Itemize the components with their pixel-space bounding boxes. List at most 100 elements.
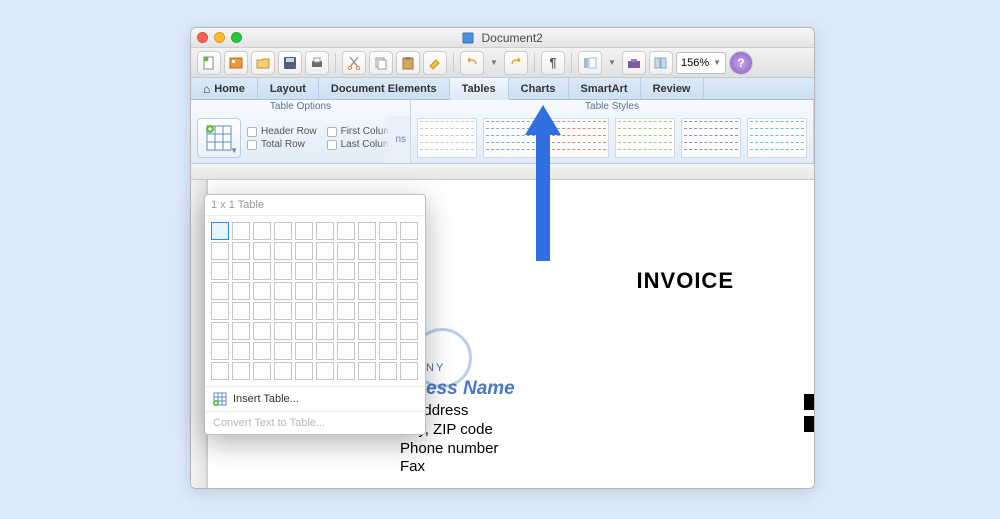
tab-tables[interactable]: Tables bbox=[450, 78, 509, 100]
table-size-cell[interactable] bbox=[400, 222, 418, 240]
table-size-cell[interactable] bbox=[274, 322, 292, 340]
table-size-cell[interactable] bbox=[358, 342, 376, 360]
table-size-cell[interactable] bbox=[400, 262, 418, 280]
print-button[interactable] bbox=[305, 51, 329, 75]
undo-dropdown[interactable]: ▼ bbox=[487, 51, 501, 75]
tab-layout[interactable]: Layout bbox=[258, 78, 319, 99]
table-size-cell[interactable] bbox=[211, 282, 229, 300]
table-size-cell[interactable] bbox=[295, 322, 313, 340]
table-size-cell[interactable] bbox=[232, 262, 250, 280]
table-size-cell[interactable] bbox=[253, 282, 271, 300]
table-size-cell[interactable] bbox=[253, 362, 271, 380]
table-size-cell[interactable] bbox=[316, 282, 334, 300]
table-size-cell[interactable] bbox=[253, 322, 271, 340]
insert-table-menuitem[interactable]: Insert Table... bbox=[205, 386, 425, 411]
horizontal-ruler[interactable] bbox=[191, 164, 814, 180]
show-formatting-button[interactable]: ¶ bbox=[541, 51, 565, 75]
table-size-cell[interactable] bbox=[211, 362, 229, 380]
copy-button[interactable] bbox=[369, 51, 393, 75]
table-size-cell[interactable] bbox=[232, 342, 250, 360]
table-style-swatch[interactable] bbox=[747, 118, 807, 158]
tab-charts[interactable]: Charts bbox=[509, 78, 569, 99]
tab-smartart[interactable]: SmartArt bbox=[569, 78, 641, 99]
total-row-check[interactable]: Total Row bbox=[247, 139, 317, 150]
table-size-cell[interactable] bbox=[316, 342, 334, 360]
format-painter-button[interactable] bbox=[423, 51, 447, 75]
open-button[interactable] bbox=[251, 51, 275, 75]
table-size-cell[interactable] bbox=[379, 362, 397, 380]
toolbox-button[interactable] bbox=[622, 51, 646, 75]
table-style-swatch[interactable] bbox=[483, 118, 543, 158]
tab-document-elements[interactable]: Document Elements bbox=[319, 78, 450, 99]
table-size-cell[interactable] bbox=[295, 222, 313, 240]
table-size-cell[interactable] bbox=[253, 222, 271, 240]
table-size-cell[interactable] bbox=[232, 302, 250, 320]
table-size-cell[interactable] bbox=[274, 342, 292, 360]
table-size-cell[interactable] bbox=[253, 262, 271, 280]
table-size-cell[interactable] bbox=[337, 282, 355, 300]
table-style-swatch[interactable] bbox=[417, 118, 477, 158]
table-size-cell[interactable] bbox=[211, 302, 229, 320]
table-size-cell[interactable] bbox=[337, 322, 355, 340]
table-size-cell[interactable] bbox=[232, 362, 250, 380]
paste-button[interactable] bbox=[396, 51, 420, 75]
table-size-cell[interactable] bbox=[358, 302, 376, 320]
table-size-cell[interactable] bbox=[316, 262, 334, 280]
table-size-cell[interactable] bbox=[337, 262, 355, 280]
table-size-cell[interactable] bbox=[379, 242, 397, 260]
table-size-cell[interactable] bbox=[316, 242, 334, 260]
table-size-cell[interactable] bbox=[295, 342, 313, 360]
table-size-picker[interactable] bbox=[205, 216, 425, 386]
table-size-cell[interactable] bbox=[358, 362, 376, 380]
table-size-cell[interactable] bbox=[295, 362, 313, 380]
table-size-cell[interactable] bbox=[316, 322, 334, 340]
table-size-cell[interactable] bbox=[274, 222, 292, 240]
table-size-cell[interactable] bbox=[211, 322, 229, 340]
sidebar-button[interactable] bbox=[578, 51, 602, 75]
table-size-cell[interactable] bbox=[295, 282, 313, 300]
table-size-cell[interactable] bbox=[379, 262, 397, 280]
sidebar-dropdown[interactable]: ▼ bbox=[605, 51, 619, 75]
table-size-cell[interactable] bbox=[358, 322, 376, 340]
table-size-cell[interactable] bbox=[337, 302, 355, 320]
table-size-cell[interactable] bbox=[295, 302, 313, 320]
table-size-cell[interactable] bbox=[400, 342, 418, 360]
table-size-cell[interactable] bbox=[316, 362, 334, 380]
table-size-cell[interactable] bbox=[211, 242, 229, 260]
table-size-cell[interactable] bbox=[337, 362, 355, 380]
table-size-cell[interactable] bbox=[253, 302, 271, 320]
table-size-cell[interactable] bbox=[379, 302, 397, 320]
redo-button[interactable] bbox=[504, 51, 528, 75]
table-size-cell[interactable] bbox=[232, 322, 250, 340]
table-size-cell[interactable] bbox=[358, 282, 376, 300]
undo-button[interactable] bbox=[460, 51, 484, 75]
table-size-cell[interactable] bbox=[358, 242, 376, 260]
table-size-cell[interactable] bbox=[295, 262, 313, 280]
tab-home[interactable]: Home bbox=[191, 78, 258, 99]
table-size-cell[interactable] bbox=[232, 222, 250, 240]
table-size-cell[interactable] bbox=[232, 242, 250, 260]
table-style-swatch[interactable] bbox=[615, 118, 675, 158]
table-size-cell[interactable] bbox=[379, 222, 397, 240]
help-button[interactable]: ? bbox=[729, 51, 753, 75]
table-size-cell[interactable] bbox=[379, 322, 397, 340]
table-size-cell[interactable] bbox=[379, 282, 397, 300]
table-size-cell[interactable] bbox=[337, 242, 355, 260]
table-style-swatch[interactable] bbox=[681, 118, 741, 158]
table-size-cell[interactable] bbox=[274, 242, 292, 260]
table-size-cell[interactable] bbox=[274, 282, 292, 300]
table-size-cell[interactable] bbox=[400, 322, 418, 340]
gallery-button[interactable] bbox=[649, 51, 673, 75]
table-size-cell[interactable] bbox=[337, 342, 355, 360]
new-doc-button[interactable] bbox=[197, 51, 221, 75]
table-size-cell[interactable] bbox=[211, 342, 229, 360]
table-size-cell[interactable] bbox=[253, 342, 271, 360]
templates-button[interactable] bbox=[224, 51, 248, 75]
table-size-cell[interactable] bbox=[274, 302, 292, 320]
table-size-cell[interactable] bbox=[211, 222, 229, 240]
table-size-cell[interactable] bbox=[253, 242, 271, 260]
table-size-cell[interactable] bbox=[316, 302, 334, 320]
table-size-cell[interactable] bbox=[400, 282, 418, 300]
table-size-cell[interactable] bbox=[337, 222, 355, 240]
table-size-cell[interactable] bbox=[274, 262, 292, 280]
